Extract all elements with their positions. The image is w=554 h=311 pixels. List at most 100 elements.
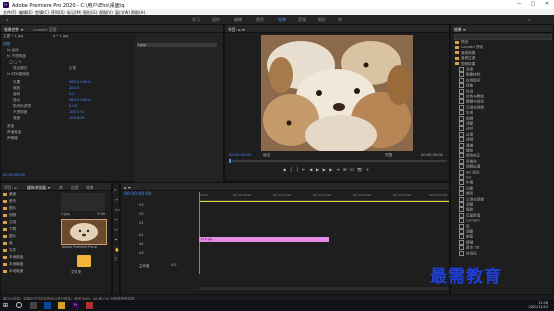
step-back-button[interactable]: ◀ bbox=[309, 167, 316, 172]
effects-item[interactable]: Iris bbox=[459, 175, 471, 180]
lift-button[interactable]: ⊞ bbox=[343, 167, 350, 172]
timeline-scrollbar[interactable] bbox=[199, 287, 449, 290]
play-button[interactable]: ▶ bbox=[316, 167, 323, 172]
effects-panel-title[interactable]: 效果 ≡ bbox=[454, 27, 466, 33]
taskbar-clock[interactable]: 11:26 2021/11/15 bbox=[528, 301, 548, 309]
browser-icon[interactable] bbox=[44, 302, 51, 309]
windows-start-icon[interactable]: ⊞ bbox=[3, 302, 10, 309]
workspace-editing[interactable]: 编辑 bbox=[234, 17, 242, 23]
search-icon[interactable]: ⌕ bbox=[528, 17, 530, 22]
program-playhead[interactable] bbox=[229, 159, 231, 163]
section-time-remap[interactable]: fx 时间重映射 bbox=[3, 72, 30, 76]
app-icon[interactable] bbox=[86, 302, 93, 309]
effects-item[interactable]: Lumetri 预设 bbox=[455, 45, 483, 50]
param-antiflicker-value[interactable]: 0.00 bbox=[69, 104, 77, 108]
home-icon[interactable]: ⌂ bbox=[6, 17, 9, 22]
folder-large-icon[interactable] bbox=[77, 255, 91, 267]
effects-item[interactable]: 音频过渡 bbox=[455, 56, 475, 61]
tab-lumetri-scopes[interactable]: Lumetri 范围 bbox=[33, 27, 56, 33]
pen-tool-icon[interactable]: ✒ bbox=[115, 237, 118, 242]
program-quality-select[interactable]: 完整 bbox=[385, 153, 392, 158]
workspace-assembly[interactable]: 组件 bbox=[212, 17, 220, 23]
extract-button[interactable]: ⊡ bbox=[350, 167, 357, 172]
go-to-out-button[interactable]: ⇥ bbox=[336, 167, 343, 172]
razor-tool-icon[interactable]: ✂ bbox=[115, 217, 118, 222]
workspace-effects[interactable]: 效果 bbox=[278, 17, 286, 23]
slip-tool-icon[interactable]: ↔ bbox=[115, 227, 118, 232]
param-speed-label: 速度 bbox=[13, 116, 21, 120]
tab-effect-controls[interactable]: 效果控件 ≡ bbox=[4, 27, 24, 33]
param-anchor-value[interactable]: 960.0 540.0 bbox=[69, 98, 91, 102]
tab-project[interactable]: 项目: q bbox=[4, 185, 17, 191]
track-v1-label[interactable]: V1 bbox=[139, 221, 147, 227]
param-position-label: 位置 bbox=[13, 80, 21, 84]
track-select-tool-icon[interactable]: ⇥ bbox=[115, 197, 118, 202]
track-v3-label[interactable]: V3 bbox=[139, 203, 147, 209]
effect-icon bbox=[459, 185, 464, 191]
tab-media-browser[interactable]: 媒体浏览器 ≡ bbox=[27, 185, 50, 191]
timeline-timecode[interactable]: 00:00:00:00 bbox=[124, 192, 151, 197]
media-thumbnail-1[interactable]: 1.jpg 5:00 bbox=[61, 193, 105, 216]
add-marker-button[interactable]: ◆ bbox=[283, 167, 290, 172]
file-explorer-icon[interactable] bbox=[58, 302, 65, 309]
mini-clip[interactable]: 1.jpg bbox=[137, 43, 217, 47]
work-area-bar[interactable] bbox=[199, 201, 449, 202]
timeline-sequence-tab[interactable]: q ≡ bbox=[124, 185, 131, 190]
ruler-tick: 00:00:15:00 bbox=[313, 193, 332, 197]
sequence-label[interactable]: q * 1.jpg bbox=[53, 34, 68, 38]
media-thumbnail-2[interactable]: Adobe Premiere Pro.ai bbox=[61, 219, 107, 249]
folder-icon bbox=[3, 220, 7, 224]
master-volume-value[interactable]: 0.0 bbox=[171, 263, 176, 267]
param-speed-value[interactable]: 100.00% bbox=[69, 116, 85, 120]
effect-icon bbox=[459, 234, 464, 240]
effects-item[interactable]: 视频效果 bbox=[455, 62, 475, 67]
export-frame-button[interactable]: 📷 bbox=[357, 167, 366, 172]
effects-item[interactable]: Lumetri bbox=[459, 218, 480, 224]
param-channel-volume-label[interactable]: 声道音量 bbox=[3, 130, 21, 134]
param-scale-value[interactable]: 100.0 bbox=[69, 86, 79, 90]
track-a3-label[interactable]: A3 bbox=[139, 251, 147, 257]
workspace-audio[interactable]: 音频 bbox=[298, 17, 306, 23]
premiere-taskbar-icon[interactable]: Pr bbox=[72, 302, 79, 309]
effects-item-label: 时间 bbox=[466, 89, 474, 94]
program-scrub-bar[interactable] bbox=[229, 160, 447, 162]
tab-effects[interactable]: 效果 bbox=[86, 185, 94, 191]
track-v2-label[interactable]: V2 bbox=[139, 212, 147, 218]
param-position-value[interactable]: 960.0 540.0 bbox=[69, 80, 91, 84]
workspace-color[interactable]: 颜色 bbox=[256, 17, 264, 23]
program-fit-select[interactable]: 适合 bbox=[263, 153, 270, 158]
maximize-button[interactable]: □ bbox=[526, 0, 540, 9]
param-panner-label[interactable]: 声像器 bbox=[3, 136, 18, 140]
program-timecode-current[interactable]: 00:00:00:00 bbox=[229, 153, 251, 157]
workspace-libraries[interactable]: 库 bbox=[338, 17, 342, 23]
param-blend-mode-value[interactable]: 正常 bbox=[69, 66, 76, 71]
master-track-label[interactable]: 主声道 bbox=[139, 263, 149, 268]
time-ruler[interactable]: 00:00 00:00:05:00 00:00:10:00 00:00:15:0… bbox=[199, 192, 449, 201]
section-opacity[interactable]: fx 不透明度 bbox=[3, 54, 26, 58]
tab-libraries[interactable]: 库 bbox=[59, 185, 63, 191]
timeline-clip[interactable]: fx 1.jpg bbox=[199, 237, 329, 242]
effect-controls-timecode[interactable]: 00:00:00:00 bbox=[3, 173, 25, 177]
task-view-icon[interactable] bbox=[30, 302, 37, 309]
search-icon[interactable] bbox=[16, 302, 22, 308]
type-tool-icon[interactable]: T bbox=[115, 257, 117, 262]
step-forward-button[interactable]: ▶▶ bbox=[323, 167, 336, 172]
track-a2-label[interactable]: A2 bbox=[139, 242, 147, 248]
track-a1-label[interactable]: A1 bbox=[139, 233, 147, 239]
selection-tool-icon[interactable]: ▸ bbox=[115, 187, 117, 192]
param-volume-label[interactable]: 音量 bbox=[3, 124, 14, 128]
workspace-graphics[interactable]: 图形 bbox=[318, 17, 326, 23]
tab-info[interactable]: 信息 bbox=[71, 185, 79, 191]
param-opacity-value[interactable]: 100.0 % bbox=[69, 110, 84, 114]
section-motion[interactable]: fx 运动 bbox=[3, 48, 19, 52]
close-button[interactable]: ✕ bbox=[540, 0, 554, 9]
mask-shape-icons[interactable]: ◯ ▢ ✎ bbox=[9, 60, 22, 64]
button-editor-button[interactable]: + bbox=[366, 167, 373, 172]
hand-tool-icon[interactable]: ✋ bbox=[115, 247, 120, 252]
program-monitor-title[interactable]: 节目: q ≡ bbox=[228, 27, 245, 33]
source-label[interactable]: 主要 * 1.jpg bbox=[3, 34, 23, 38]
effects-item[interactable]: 时间码 bbox=[459, 250, 477, 257]
minimize-button[interactable]: — bbox=[512, 0, 526, 9]
workspace-learn[interactable]: 学习 bbox=[192, 17, 200, 23]
param-rotation-value[interactable]: 0.0 bbox=[69, 92, 75, 96]
